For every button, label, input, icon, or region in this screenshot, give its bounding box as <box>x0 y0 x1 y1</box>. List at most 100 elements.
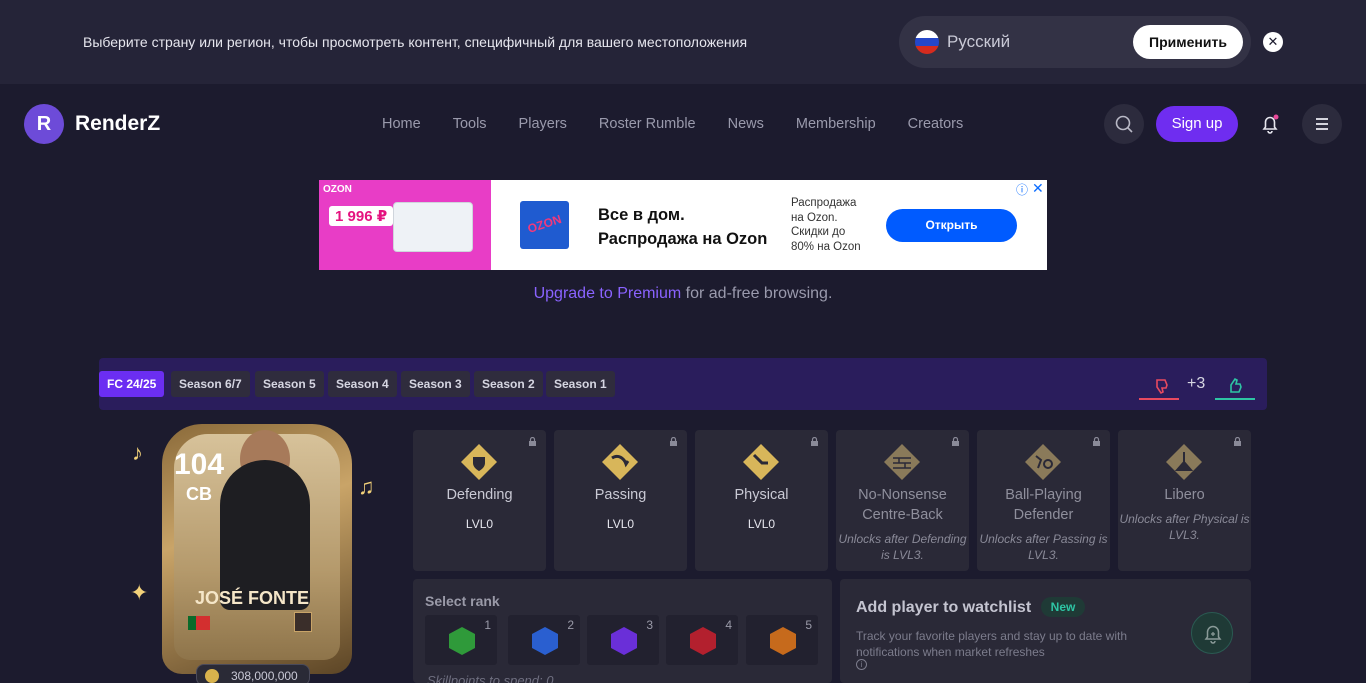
card-price-value: 308,000,000 <box>231 669 298 683</box>
skill-title: Libero <box>1164 487 1205 503</box>
season-bar: FC 24/25 Season 6/7 Season 5 Season 4 Se… <box>99 358 1267 410</box>
sparkle-icon: ✦ <box>130 580 149 605</box>
skill-tile-ball-playing-defender[interactable]: Ball-Playing Defender Unlocks after Pass… <box>977 430 1110 571</box>
skill-title: No-Nonsense Centre-Back <box>858 487 947 523</box>
shield-skill-icon <box>461 444 497 480</box>
ad-info-icon[interactable]: ⓘ <box>1016 181 1028 198</box>
signup-button[interactable]: Sign up <box>1156 106 1238 142</box>
red-gem-icon <box>690 627 716 655</box>
tab-season-5[interactable]: Season 5 <box>255 371 324 397</box>
tab-season-6-7[interactable]: Season 6/7 <box>171 371 250 397</box>
ad-price: 1 996 ₽ <box>329 206 394 226</box>
skill-tile-physical[interactable]: Physical LVL0 <box>695 430 828 571</box>
physical-skill-icon <box>743 444 779 480</box>
tab-season-4[interactable]: Season 4 <box>328 371 397 397</box>
passing-skill-icon <box>602 444 638 480</box>
nav-news[interactable]: News <box>712 116 780 132</box>
ozon-logo: OZON <box>520 201 569 249</box>
broom-skill-icon <box>1166 444 1202 480</box>
wall-skill-icon <box>884 444 920 480</box>
russia-flag-icon <box>915 30 939 54</box>
skill-tile-passing[interactable]: Passing LVL0 <box>554 430 687 571</box>
upvote-indicator <box>1215 398 1255 400</box>
rank-option-3[interactable]: 3 <box>587 615 659 665</box>
nav-home[interactable]: Home <box>366 116 437 132</box>
skill-level: LVL0 <box>606 517 635 531</box>
club-badge-icon <box>294 612 312 632</box>
lock-icon <box>670 437 677 446</box>
lock-icon <box>1093 437 1100 446</box>
card-rating: 104 <box>174 448 225 481</box>
ad-headline: Все в дом. Распродажа на Ozon <box>598 206 768 248</box>
search-icon <box>1115 115 1133 133</box>
advertisement[interactable]: OZON 1 996 ₽ OZON Все в дом. Распродажа … <box>319 180 1047 270</box>
region-message: Выберите страну или регион, чтобы просмо… <box>83 34 748 50</box>
main-nav: Home Tools Players Roster Rumble News Me… <box>366 116 979 132</box>
nav-creators[interactable]: Creators <box>892 116 980 132</box>
green-gem-icon <box>449 627 475 655</box>
lock-icon <box>529 437 536 446</box>
rank-option-4[interactable]: 4 <box>666 615 738 665</box>
ad-subtext: Распродажа на Ozon. Скидки до 80% на Ozo… <box>791 197 861 253</box>
nav-membership[interactable]: Membership <box>780 116 892 132</box>
ad-brand-small: OZON <box>323 184 352 195</box>
tab-season-3[interactable]: Season 3 <box>401 371 470 397</box>
skillpoints-text: Skillpoints to spend: 0 <box>427 673 554 683</box>
region-banner: Выберите страну или регион, чтобы просмо… <box>0 0 1366 84</box>
nav-tools[interactable]: Tools <box>437 116 503 132</box>
skill-tile-libero[interactable]: Libero Unlocks after Physical is LVL3. <box>1118 430 1251 571</box>
watchlist-title: Add player to watchlist <box>856 599 1032 616</box>
notification-bell-icon[interactable] <box>1258 112 1282 136</box>
rank-option-2[interactable]: 2 <box>508 615 580 665</box>
lock-icon <box>811 437 818 446</box>
storage-box-image <box>393 202 473 252</box>
card-player-name: JOSÉ FONTE <box>194 588 310 608</box>
thumbs-down-icon[interactable] <box>1149 372 1179 400</box>
skill-tile-no-nonsense-centre-back[interactable]: No-Nonsense Centre-Back Unlocks after De… <box>836 430 969 571</box>
lock-icon <box>1234 437 1241 446</box>
logo-icon[interactable]: R <box>24 104 64 144</box>
portugal-flag-icon <box>188 616 210 630</box>
tab-season-2[interactable]: Season 2 <box>474 371 543 397</box>
watchlist-panel: Add player to watchlist New Track your f… <box>840 579 1251 683</box>
close-banner-icon[interactable]: ✕ <box>1263 32 1283 52</box>
blue-gem-icon <box>532 627 558 655</box>
watchlist-bell-button[interactable] <box>1191 612 1233 654</box>
purple-gem-icon <box>611 627 637 655</box>
menu-button[interactable] <box>1302 104 1342 144</box>
nav-roster-rumble[interactable]: Roster Rumble <box>583 116 712 132</box>
skill-title: Physical <box>734 487 789 503</box>
tab-fc-24-25[interactable]: FC 24/25 <box>99 371 165 397</box>
brand-name[interactable]: RenderZ <box>75 112 160 136</box>
rank-panel: Select rank 1 2 3 4 5 Skillpoints to spe… <box>413 579 832 683</box>
skill-title: Ball-Playing Defender <box>1005 487 1082 523</box>
ball-player-skill-icon <box>1025 444 1061 480</box>
apply-button[interactable]: Применить <box>1133 25 1243 59</box>
lock-icon <box>952 437 959 446</box>
rank-option-5[interactable]: 5 <box>746 615 818 665</box>
info-icon[interactable]: i <box>856 659 867 670</box>
nav-players[interactable]: Players <box>503 116 583 132</box>
skill-level: LVL0 <box>747 517 776 531</box>
downvote-indicator <box>1139 398 1179 400</box>
language-selector[interactable]: Русский Применить <box>899 16 1251 68</box>
language-label: Русский <box>947 32 1011 51</box>
rank-title: Select rank <box>425 593 500 609</box>
music-note-icon: ♪ <box>132 440 143 465</box>
skill-unlock-note: Unlocks after Physical is LVL3. <box>1119 512 1250 542</box>
tab-season-1[interactable]: Season 1 <box>546 371 615 397</box>
skill-level: LVL0 <box>465 517 494 531</box>
orange-gem-icon <box>770 627 796 655</box>
upgrade-premium-link[interactable]: Upgrade to Premium <box>534 285 682 302</box>
card-position: CB <box>186 484 212 504</box>
thumbs-up-icon[interactable] <box>1223 372 1253 400</box>
search-button[interactable] <box>1104 104 1144 144</box>
rank-option-1[interactable]: 1 <box>425 615 497 665</box>
skill-unlock-note: Unlocks after Defending is LVL3. <box>838 532 967 562</box>
player-card: ♪ ♫ ✦ 104 CB JOSÉ FONTE 308,000,000 <box>122 420 384 683</box>
ad-open-button[interactable]: Открыть <box>886 209 1017 242</box>
skill-tile-defending[interactable]: Defending LVL0 <box>413 430 546 571</box>
skill-title: Passing <box>594 487 647 503</box>
ad-close-icon[interactable]: ✕ <box>1032 180 1044 197</box>
watchlist-description: Track your favorite players and stay up … <box>856 629 1128 659</box>
